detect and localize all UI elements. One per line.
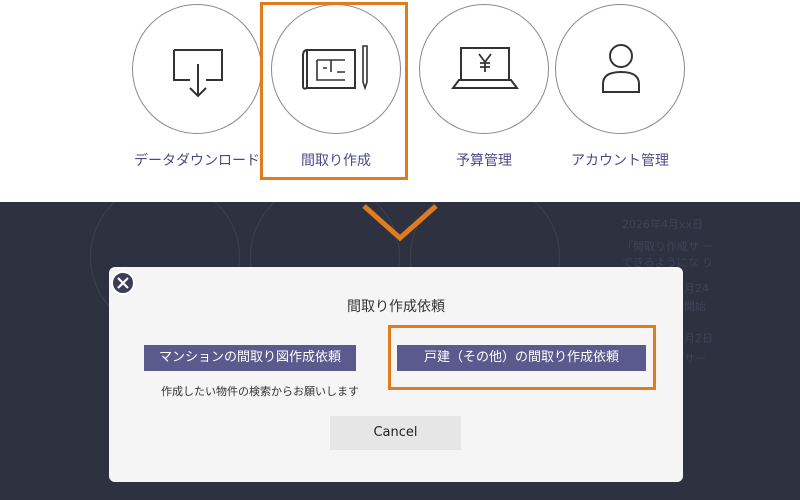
cancel-button[interactable]: Cancel [330,416,461,450]
close-icon [117,277,129,289]
download-icon [173,49,223,98]
top-menu: データダウンロード 間取り作成 予算管理 アカウント管理 [0,0,800,202]
ghost-news-text: 月24 [684,282,709,295]
ghost-news-text: 「間取り作成サ ー [622,240,714,253]
menu-circle [419,4,549,134]
menu-item-budget[interactable]: 予算管理 [409,0,559,202]
menu-item-data-download[interactable]: データダウンロード [122,0,272,202]
highlight-frame [260,2,408,180]
dialog-note: 作成したい物件の検索からお願いします [161,385,359,398]
budget-laptop-icon [451,47,519,89]
menu-label: アカウント管理 [571,153,669,169]
menu-item-account[interactable]: アカウント管理 [545,0,695,202]
chevron-down-icon [362,204,438,242]
ghost-news-text: 2026年4月xx日 [622,218,704,231]
menu-circle [555,4,685,134]
user-icon [602,44,640,93]
dialog-title: 間取り作成依頼 [347,299,445,315]
ghost-news-text: 開始 [684,300,706,313]
menu-circle [132,4,262,134]
mansion-floorplan-request-button[interactable]: マンションの間取り図作成依頼 [144,345,356,371]
close-button[interactable] [111,271,135,295]
highlight-frame [388,325,656,390]
ghost-news-text: サー [684,352,706,365]
ghost-news-text: 月2日 [684,332,713,345]
